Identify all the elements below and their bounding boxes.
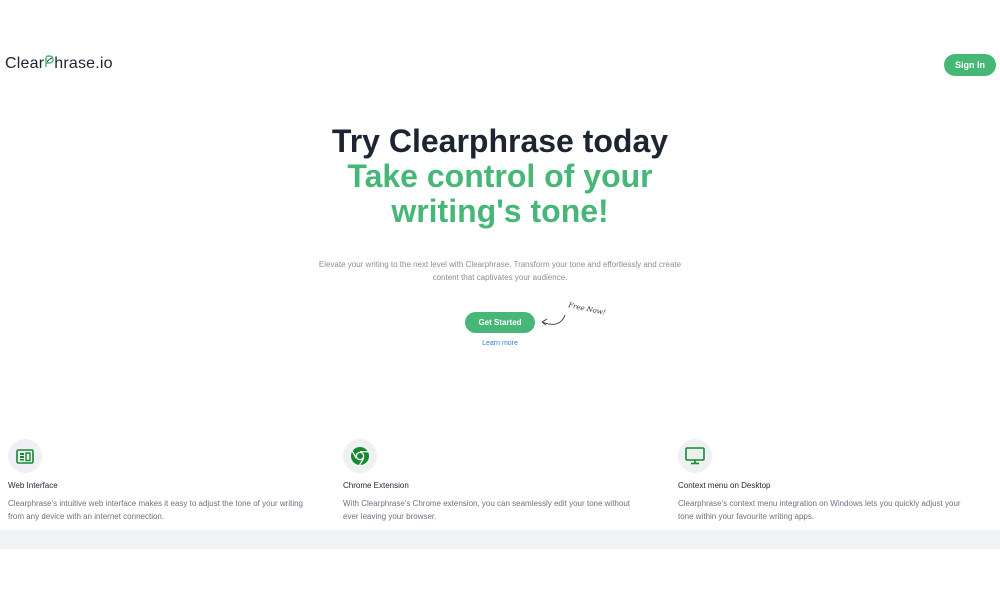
learn-more-link[interactable]: Learn more [470, 340, 530, 347]
hero-title: Try Clearphrase today [331, 123, 669, 159]
footer-band [0, 530, 1000, 549]
feature-context-menu: Context menu on Desktop Clearphrase's co… [678, 439, 998, 523]
curved-arrow-icon [541, 314, 566, 326]
logo-text-start: Clear [5, 55, 45, 72]
feature-description-line-2: from any device with an internet connect… [8, 512, 165, 521]
feature-description-line-2: tone within your favourite writing apps. [678, 512, 815, 521]
browser-window-icon [16, 448, 34, 464]
hero-accent-line-2: writing's tone! [391, 193, 609, 229]
feature-title: Chrome Extension [343, 481, 409, 490]
feature-title: Web Interface [8, 481, 58, 490]
feature-title: Context menu on Desktop [678, 481, 771, 490]
feature-web-interface: Web Interface Clearphrase's intuitive we… [8, 439, 328, 523]
feature-description-line-1: Clearphrase's intuitive web interface ma… [8, 499, 304, 508]
feature-description: Clearphrase's context menu integration o… [678, 497, 998, 523]
feature-chrome-extension: Chrome Extension With Clearphrase's Chro… [343, 439, 663, 523]
feature-description: With Clearphrase's Chrome extension, you… [343, 497, 663, 523]
free-now-text: Free Now! [567, 301, 607, 317]
logo-text-end: hrase.io [54, 55, 113, 72]
feature-icon-wrapper [343, 439, 377, 473]
hero-subtitle-line-2: content that captivates your audience. [432, 273, 568, 282]
logo-leaf-p-icon [44, 55, 54, 73]
chrome-icon [351, 447, 369, 466]
feature-description-line-1: With Clearphrase's Chrome extension, you… [343, 499, 630, 508]
hero-subtitle-line-1: Elevate your writing to the next level w… [318, 260, 682, 269]
desktop-monitor-icon [685, 447, 705, 465]
feature-description-line-2: ever leaving your browser. [343, 512, 437, 521]
feature-icon-wrapper [8, 439, 42, 473]
logo[interactable]: Clear hrase.io [5, 55, 113, 73]
feature-description-line-1: Clearphrase's context menu integration o… [678, 499, 961, 508]
hero-subtitle: Elevate your writing to the next level w… [300, 258, 700, 284]
sign-in-button[interactable]: Sign In [944, 54, 996, 76]
hero-accent-line-1: Take control of your [347, 158, 653, 194]
free-now-callout: Free Now! [538, 301, 608, 329]
hero-section: Try Clearphrase today Take control of yo… [0, 124, 1000, 229]
get-started-button[interactable]: Get Started [465, 312, 535, 333]
feature-description: Clearphrase's intuitive web interface ma… [8, 497, 328, 523]
feature-icon-wrapper [678, 439, 712, 473]
